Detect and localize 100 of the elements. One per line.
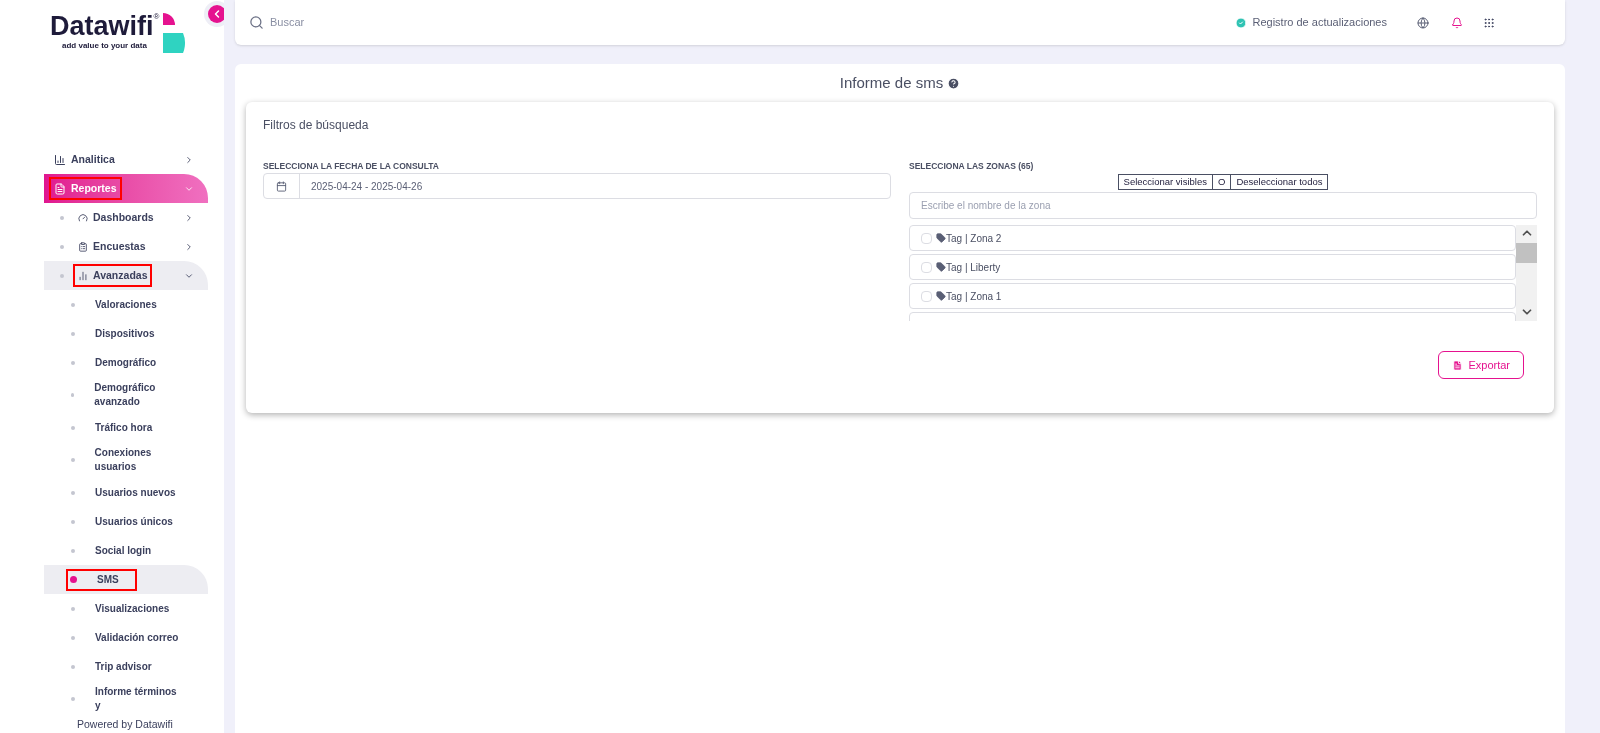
zone-action-button[interactable]: O — [1212, 174, 1232, 190]
nav-label: Valoraciones — [95, 297, 157, 312]
nav-icon — [78, 241, 88, 252]
card-title: Filtros de búsqueda — [263, 117, 370, 134]
chevron-right-icon — [184, 212, 194, 223]
nav-item[interactable]: Social login — [44, 536, 208, 565]
nav-label: Avanzadas — [93, 267, 148, 283]
tag-icon — [936, 291, 946, 301]
nav-item[interactable]: Demográfico — [44, 348, 208, 377]
zone-row[interactable]: Tag | Zona 1 — [909, 283, 1516, 309]
nav-item[interactable]: Informe términos y — [44, 681, 208, 717]
bullet-icon — [71, 548, 75, 553]
nav-item[interactable]: Encuestas — [44, 232, 208, 261]
nav-item[interactable]: SMS — [44, 565, 208, 594]
bullet-icon — [71, 490, 75, 495]
scrollbar-thumb[interactable] — [1516, 243, 1537, 263]
nav-icon — [78, 212, 88, 223]
bullet-icon — [71, 393, 75, 397]
bullet-icon — [71, 635, 75, 640]
field-label: SELECCIONA LAS ZONAS (65) — [909, 160, 1035, 173]
chevron-right-icon — [184, 241, 194, 252]
nav-label: Tráfico hora — [95, 420, 153, 435]
scrollbar[interactable] — [1516, 225, 1537, 321]
nav-item[interactable]: Avanzadas — [44, 261, 208, 290]
check-circle-icon — [1235, 16, 1248, 29]
nav-label: Demográfico — [95, 355, 157, 370]
field-label: SELECCIONA LA FECHA DE LA CONSULTA — [263, 160, 440, 173]
zone-label: Tag | Zona 1 — [946, 289, 1002, 304]
bullet-icon — [71, 606, 75, 611]
nav-label: Informe términos y — [95, 685, 178, 713]
nav-item[interactable]: Valoraciones — [44, 290, 208, 319]
nav-label: Dispositivos — [95, 326, 155, 341]
zone-row[interactable]: Tag | Zona 2 — [909, 225, 1516, 251]
bullet-icon — [60, 273, 64, 278]
logo-wordmark: Datawifi — [50, 12, 154, 40]
nav-icon — [54, 182, 66, 195]
nav-label: Reportes — [71, 180, 117, 196]
bullet-icon — [60, 215, 64, 220]
date-range-value: 2025-04-24 - 2025-04-26 — [311, 179, 423, 194]
bullet-icon — [71, 697, 75, 701]
bullet-icon — [60, 244, 64, 249]
nav-label: Validación correo — [95, 630, 179, 645]
tag-icon — [936, 233, 946, 243]
bullet-icon — [71, 331, 75, 336]
nav-item[interactable]: Visualizaciones — [44, 594, 208, 623]
bullet-icon — [71, 302, 75, 307]
checkbox[interactable] — [921, 261, 932, 273]
nav-label: SMS — [97, 572, 119, 587]
tag-icon — [936, 262, 946, 272]
checkbox[interactable] — [921, 290, 932, 302]
page-title: Informe de sms — [839, 72, 944, 93]
footer-text: Powered by Datawifi — [77, 716, 173, 732]
nav-item[interactable]: Conexiones usuarios — [44, 442, 208, 478]
nav-label: Social login — [95, 543, 152, 558]
apps-grid-icon[interactable] — [1483, 16, 1495, 29]
nav-item[interactable]: Demográfico avanzado — [44, 377, 208, 413]
date-range-field[interactable]: 2025-04-24 - 2025-04-26 — [263, 173, 891, 199]
nav-label: Demográfico avanzado — [94, 381, 157, 409]
nav-label: Usuarios únicos — [95, 514, 173, 529]
nav-item[interactable]: Analitica — [44, 145, 208, 174]
globe-icon[interactable] — [1417, 16, 1429, 29]
logo-tagline: add value to your data — [62, 40, 148, 52]
registered-mark: ® — [153, 12, 160, 21]
checkbox[interactable] — [921, 232, 932, 244]
search-field[interactable]: Buscar — [270, 14, 470, 31]
zone-label: Tag | Zona 2 — [946, 231, 1002, 246]
export-button[interactable]: Exportar — [1438, 351, 1524, 379]
nav-label: Encuestas — [93, 238, 146, 254]
bullet-icon — [71, 519, 75, 524]
nav-item[interactable]: Trip advisor — [44, 652, 208, 681]
zone-row[interactable]: Tag | Liberty — [909, 254, 1516, 280]
collapse-button[interactable] — [208, 5, 224, 23]
search-icon — [249, 15, 264, 30]
bullet-icon — [70, 576, 77, 583]
zone-search-field[interactable]: Escribe el nombre de la zona — [909, 192, 1537, 219]
nav-icon — [54, 153, 66, 166]
bullet-icon — [71, 425, 75, 430]
nav-icon — [78, 270, 88, 281]
nav-label: Dashboards — [93, 209, 154, 225]
zone-action-button[interactable]: Deseleccionar todos — [1230, 174, 1329, 190]
calendar-icon — [276, 180, 287, 192]
chevron-right-icon — [184, 154, 194, 165]
nav-label: Usuarios nuevos — [95, 485, 176, 500]
nav-item[interactable]: Tráfico hora — [44, 413, 208, 442]
help-icon[interactable] — [947, 76, 961, 90]
nav-item[interactable]: Reportes — [44, 174, 208, 203]
nav-item[interactable]: Usuarios nuevos — [44, 478, 208, 507]
changelog-link[interactable]: Registro de actualizaciones — [1252, 14, 1387, 31]
nav-item[interactable]: Dashboards — [44, 203, 208, 232]
bell-icon[interactable] — [1451, 16, 1463, 29]
file-icon — [1452, 359, 1464, 371]
bullet-icon — [71, 360, 75, 365]
bullet-icon — [71, 458, 75, 462]
nav-label: Trip advisor — [95, 659, 152, 674]
nav-item[interactable]: Dispositivos — [44, 319, 208, 348]
nav-item[interactable]: Validación correo — [44, 623, 208, 652]
bullet-icon — [71, 664, 75, 669]
nav-label: Conexiones usuarios — [94, 446, 153, 474]
zone-action-button[interactable]: Seleccionar visibles — [1117, 174, 1213, 190]
nav-item[interactable]: Usuarios únicos — [44, 507, 208, 536]
